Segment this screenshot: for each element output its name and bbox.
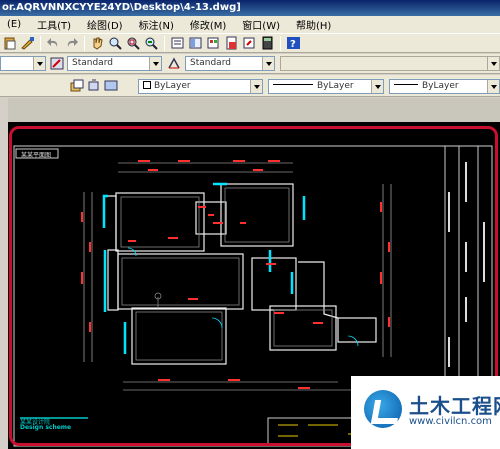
title-block-text-marks <box>448 162 485 367</box>
properties-icon[interactable] <box>170 36 185 50</box>
zoom-previous-icon[interactable] <box>144 36 159 50</box>
color-swatch <box>143 81 151 89</box>
color-select[interactable]: ByLayer <box>138 79 263 94</box>
menu-help[interactable]: 帮助(H) <box>289 17 340 32</box>
menu-bar: (E) 工具(T) 绘图(D) 标注(N) 修改(M) 窗口(W) 帮助(H) <box>0 16 500 33</box>
lineweight-preview <box>394 84 418 85</box>
dimension-style-icon[interactable] <box>167 57 181 70</box>
layer-isolate-icon[interactable] <box>104 79 118 92</box>
standard-toolbar: ? <box>0 33 500 53</box>
tool-palettes-icon[interactable] <box>206 36 221 50</box>
menu-window[interactable]: 窗口(W) <box>235 17 289 32</box>
toolbar-separator <box>164 35 165 51</box>
brand-subtitle: Design scheme <box>20 424 72 431</box>
toolbar-separator <box>280 35 281 51</box>
calculator-icon[interactable] <box>260 36 275 50</box>
toolbar-dock-gap <box>0 98 500 122</box>
linetype-select[interactable]: ByLayer <box>268 79 384 94</box>
properties-toolbar: ByLayer ByLayer ByLayer <box>0 75 500 97</box>
watermark: 土木工程网 www.civilcn.com <box>351 376 500 449</box>
sheet-set-icon[interactable] <box>224 36 239 50</box>
toolbar-separator <box>40 35 41 51</box>
chevron-down-icon[interactable] <box>149 57 161 70</box>
window-title: or.AQRVNNXCYYE24YD\Desktop\4-13.dwg] <box>2 2 241 13</box>
menu-draw[interactable]: 绘图(D) <box>80 17 132 32</box>
linetype-preview <box>273 84 313 85</box>
match-properties-icon[interactable] <box>20 36 35 50</box>
civilcn-logo-icon <box>364 390 402 428</box>
lineweight-select[interactable]: ByLayer <box>389 79 500 94</box>
chevron-down-icon[interactable] <box>487 80 499 93</box>
zoom-window-icon[interactable] <box>126 36 141 50</box>
undo-icon[interactable] <box>46 36 61 50</box>
text-style-value: Standard <box>72 58 113 68</box>
markup-icon[interactable] <box>242 36 257 50</box>
watermark-name: 土木工程网 <box>409 394 500 418</box>
layer-combo-left[interactable] <box>0 56 46 71</box>
help-icon[interactable]: ? <box>286 36 301 50</box>
dimension-text <box>81 160 390 389</box>
text-style-select[interactable]: Standard <box>67 56 162 71</box>
title-bar: or.AQRVNNXCYYE24YD\Desktop\4-13.dwg] <box>0 0 500 16</box>
styles-toolbar: Standard Standard <box>0 54 500 74</box>
chevron-down-icon[interactable] <box>262 57 274 70</box>
watermark-url: www.civilcn.com <box>409 416 492 427</box>
paste-icon[interactable] <box>2 36 17 50</box>
text-style-icon[interactable] <box>50 57 64 70</box>
layer-state-icon[interactable] <box>70 79 84 92</box>
menu-dimension[interactable]: 标注(N) <box>132 17 183 32</box>
menu-modify[interactable]: 修改(M) <box>183 17 235 32</box>
lineweight-value: ByLayer <box>422 81 459 91</box>
layer-previous-icon[interactable] <box>87 79 101 92</box>
design-center-icon[interactable] <box>188 36 203 50</box>
dimension-style-value: Standard <box>190 58 231 68</box>
linetype-value: ByLayer <box>317 81 354 91</box>
pan-icon[interactable] <box>90 36 105 50</box>
menu-tools[interactable]: 工具(T) <box>30 17 80 32</box>
chevron-down-icon[interactable] <box>33 57 45 70</box>
chevron-down-icon[interactable] <box>250 80 262 93</box>
plan-walls <box>107 183 377 365</box>
dimension-style-select[interactable]: Standard <box>185 56 275 71</box>
toolbar-separator <box>84 35 85 51</box>
color-value: ByLayer <box>154 81 191 91</box>
svg-text:?: ? <box>290 39 296 50</box>
chevron-down-icon[interactable] <box>487 57 499 70</box>
chevron-down-icon[interactable] <box>371 80 383 93</box>
menu-edit[interactable]: (E) <box>0 19 30 30</box>
vertical-scrollbar[interactable] <box>0 98 8 449</box>
redo-icon[interactable] <box>64 36 79 50</box>
zoom-realtime-icon[interactable] <box>108 36 123 50</box>
table-style-select[interactable] <box>280 56 500 71</box>
sheet-title: 某某平面图 <box>21 152 52 159</box>
